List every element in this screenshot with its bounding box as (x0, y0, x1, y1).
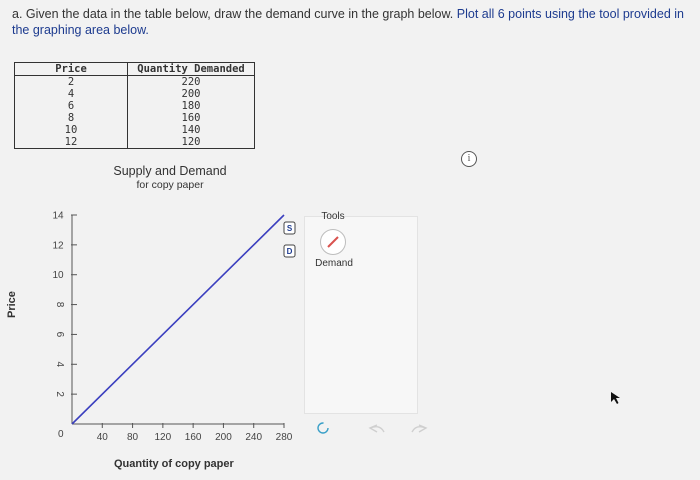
x-tick-label: 40 (97, 432, 109, 443)
y-tick-label: 2 (54, 391, 65, 397)
marker-text: S (287, 224, 293, 233)
x-tick-label: 80 (127, 432, 139, 443)
x-tick-label: 120 (155, 432, 172, 443)
y-tick-label: 6 (54, 332, 65, 338)
demand-marker: D (283, 244, 296, 258)
undo-icon[interactable] (368, 424, 385, 433)
x-tick-label: 240 (245, 432, 262, 443)
origin-label: 0 (58, 429, 64, 440)
y-tick-label: 4 (54, 362, 65, 368)
y-tick-label: 12 (52, 240, 64, 251)
x-axis-label: Quantity of copy paper (114, 458, 234, 470)
y-tick-label: 14 (52, 211, 64, 222)
supply-line (71, 214, 285, 425)
supply-marker: S (283, 221, 296, 235)
marker-text: D (287, 247, 293, 256)
x-tick-label: 280 (276, 432, 293, 443)
redo-icon[interactable] (411, 424, 428, 433)
chart-series: SD (71, 214, 296, 425)
y-tick-label: 8 (54, 302, 65, 308)
reset-icon[interactable] (317, 422, 329, 434)
graph-area[interactable]: 246810121440 80 120 160 200 240 2800 SD (0, 0, 700, 480)
y-tick-label: 10 (52, 270, 64, 281)
x-tick-label: 200 (215, 432, 232, 443)
x-tick-label: 160 (185, 432, 202, 443)
mouse-cursor-icon (611, 392, 620, 404)
y-axis-label: Price (6, 291, 18, 318)
